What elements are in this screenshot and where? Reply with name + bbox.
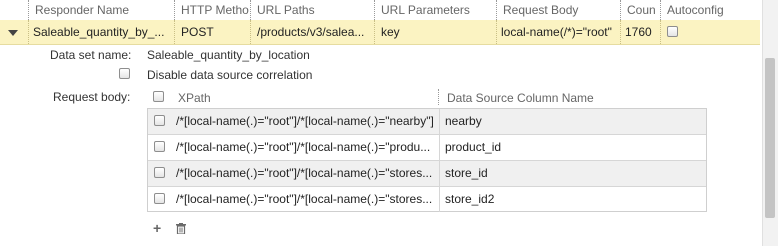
column-name-cell[interactable]: store_id xyxy=(439,161,707,186)
row-checkbox[interactable] xyxy=(154,193,165,204)
column-header-url-parameters[interactable]: URL Parameters xyxy=(374,0,497,20)
trash-icon[interactable] xyxy=(176,223,186,236)
column-header-responder-name[interactable]: Responder Name xyxy=(28,0,179,20)
count-cell[interactable]: 1760 xyxy=(620,20,659,44)
column-name-cell[interactable]: nearby xyxy=(439,109,707,134)
xpath-column-header[interactable]: XPath xyxy=(178,91,211,105)
data-set-name-label: Data set name: xyxy=(50,48,132,62)
url-parameters-cell[interactable]: key xyxy=(374,20,495,44)
request-body-cell[interactable]: local-name(/*)="root" xyxy=(496,20,617,44)
plus-icon[interactable]: + xyxy=(153,221,161,235)
column-header-url-paths[interactable]: URL Paths xyxy=(250,0,377,20)
list-item[interactable]: /*[local-name(.)="root"]/*[local-name(.)… xyxy=(148,161,706,187)
request-body-grid: /*[local-name(.)="root"]/*[local-name(.)… xyxy=(147,108,707,212)
column-header-autoconfig[interactable]: Autoconfig xyxy=(660,0,763,20)
row-checkbox[interactable] xyxy=(154,141,165,152)
table-header: Responder Name HTTP Metho URL Paths URL … xyxy=(0,0,760,21)
xpath-cell[interactable]: /*[local-name(.)="root"]/*[local-name(.)… xyxy=(176,109,438,134)
data-source-column-header[interactable]: Data Source Column Name xyxy=(447,91,594,105)
column-name-cell[interactable]: store_id2 xyxy=(439,187,707,212)
scrollbar-thumb[interactable] xyxy=(765,58,775,218)
url-paths-cell[interactable]: /products/v3/salea... xyxy=(250,20,375,44)
xpath-cell[interactable]: /*[local-name(.)="root"]/*[local-name(.)… xyxy=(176,187,438,212)
list-item[interactable]: /*[local-name(.)="root"]/*[local-name(.)… xyxy=(148,135,706,161)
column-name-cell[interactable]: product_id xyxy=(439,135,707,160)
responder-name-cell[interactable]: Saleable_quantity_by_... xyxy=(28,20,173,44)
autoconfig-checkbox[interactable] xyxy=(667,26,678,37)
table-row[interactable]: Saleable_quantity_by_... POST /products/… xyxy=(0,20,760,45)
row-checkbox[interactable] xyxy=(154,167,165,178)
data-set-name-value: Saleable_quantity_by_location xyxy=(147,48,310,62)
http-method-cell[interactable]: POST xyxy=(174,20,253,44)
collapse-triangle-icon[interactable] xyxy=(8,30,18,36)
request-body-label: Request body: xyxy=(53,90,131,104)
column-header-count[interactable]: Coun xyxy=(620,0,661,20)
column-header-request-body[interactable]: Request Body xyxy=(496,0,621,20)
column-divider xyxy=(438,89,439,105)
disable-correlation-checkbox[interactable] xyxy=(119,68,130,79)
list-item[interactable]: /*[local-name(.)="root"]/*[local-name(.)… xyxy=(148,109,706,135)
autoconfig-cell xyxy=(660,20,757,44)
column-header-http-method[interactable]: HTTP Metho xyxy=(174,0,255,20)
disable-correlation-label: Disable data source correlation xyxy=(147,68,313,82)
select-all-checkbox[interactable] xyxy=(153,91,164,102)
xpath-cell[interactable]: /*[local-name(.)="root"]/*[local-name(.)… xyxy=(176,135,438,160)
list-item[interactable]: /*[local-name(.)="root"]/*[local-name(.)… xyxy=(148,187,706,213)
row-checkbox[interactable] xyxy=(154,115,165,126)
xpath-cell[interactable]: /*[local-name(.)="root"]/*[local-name(.)… xyxy=(176,161,438,186)
